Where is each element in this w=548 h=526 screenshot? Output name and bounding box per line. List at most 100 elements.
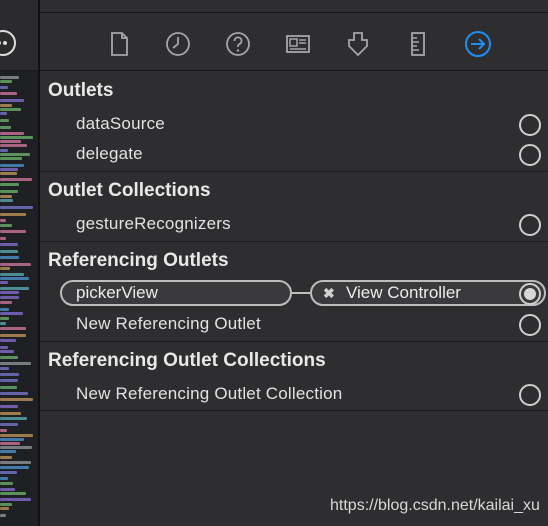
code-line	[0, 398, 33, 401]
code-line	[0, 92, 17, 95]
code-line	[0, 446, 32, 449]
picker-view-connected-circle[interactable]	[519, 283, 541, 305]
outlet-name-pill[interactable]: pickerView	[60, 280, 292, 306]
code-line	[0, 488, 15, 491]
code-line	[0, 423, 18, 426]
connection-target-label: View Controller	[346, 283, 461, 302]
code-line	[0, 362, 31, 365]
code-line	[0, 213, 26, 216]
outlet-name-label: pickerView	[76, 283, 158, 302]
gesture-recognizers-label: gestureRecognizers	[76, 214, 231, 233]
code-line	[0, 339, 16, 342]
new-referencing-outlet-collection-connect-circle[interactable]	[519, 384, 541, 406]
code-line	[0, 417, 27, 420]
code-line	[0, 144, 27, 147]
code-line	[0, 287, 29, 290]
code-line	[0, 442, 20, 445]
code-line	[0, 119, 9, 122]
code-line	[0, 263, 31, 266]
code-line	[0, 379, 18, 382]
code-line	[0, 267, 10, 270]
code-line	[0, 277, 29, 280]
new-referencing-outlet-connect-circle[interactable]	[519, 314, 541, 336]
code-line	[0, 256, 19, 259]
remove-connection-icon[interactable]: ✖	[323, 282, 335, 304]
code-line	[0, 507, 9, 510]
code-line	[0, 350, 14, 353]
section-divider	[40, 241, 548, 242]
code-line	[0, 140, 21, 143]
code-line	[0, 76, 19, 79]
toolbar-divider	[40, 70, 548, 71]
attributes-inspector-icon[interactable]	[344, 30, 372, 58]
code-line	[0, 405, 18, 408]
code-line	[0, 471, 17, 474]
code-line	[0, 80, 12, 83]
file-inspector-icon[interactable]	[105, 30, 133, 58]
outlets-heading: Outlets	[48, 80, 114, 101]
code-line	[0, 273, 24, 276]
code-line	[0, 153, 30, 156]
connection-line	[292, 292, 310, 294]
outlet-datasource-connect-circle[interactable]	[519, 114, 541, 136]
code-line	[0, 412, 21, 415]
code-line	[0, 281, 8, 284]
code-line	[0, 301, 12, 304]
code-line	[0, 503, 12, 506]
size-inspector-ruler-icon[interactable]	[404, 30, 432, 58]
code-line	[0, 132, 24, 135]
code-line	[0, 126, 11, 129]
code-line	[0, 498, 31, 501]
help-question-icon[interactable]	[224, 30, 252, 58]
top-divider	[40, 12, 548, 13]
inspector-toolbar	[40, 14, 548, 70]
code-line	[0, 136, 33, 139]
gesture-recognizers-connect-circle[interactable]	[519, 214, 541, 236]
code-line	[0, 157, 22, 160]
code-line	[0, 164, 24, 167]
code-line	[0, 224, 12, 227]
code-line	[0, 312, 23, 315]
code-line	[0, 429, 7, 432]
code-line	[0, 243, 18, 246]
code-line	[0, 99, 24, 102]
connections-inspector-arrow-icon[interactable]	[464, 30, 492, 58]
code-line	[0, 367, 9, 370]
code-line	[0, 199, 13, 202]
code-line	[0, 112, 7, 115]
code-line	[0, 373, 19, 376]
code-line	[0, 104, 12, 107]
code-line	[0, 466, 29, 469]
code-line	[0, 206, 33, 209]
code-line	[0, 392, 28, 395]
quick-help-clock-icon[interactable]	[164, 30, 192, 58]
more-options-button[interactable]	[0, 30, 16, 56]
section-divider	[40, 410, 548, 411]
connection-target-pill[interactable]: ✖ View Controller	[310, 280, 546, 306]
referencing-outlets-heading: Referencing Outlets	[48, 250, 229, 271]
code-line	[0, 356, 18, 359]
identity-inspector-icon[interactable]	[284, 30, 312, 58]
code-line	[0, 386, 17, 389]
code-line	[0, 86, 8, 89]
code-line	[0, 250, 18, 253]
code-line	[0, 317, 9, 320]
code-line	[0, 237, 6, 240]
code-line	[0, 291, 19, 294]
new-referencing-outlet-label: New Referencing Outlet	[76, 314, 261, 333]
code-line	[0, 434, 33, 437]
code-line	[0, 438, 24, 441]
editor-top-bar	[0, 0, 38, 71]
code-line	[0, 346, 8, 349]
outlet-delegate-label: delegate	[76, 144, 143, 163]
code-line	[0, 195, 12, 198]
code-line	[0, 514, 6, 517]
code-line	[0, 482, 13, 485]
referencing-outlet-collections-heading: Referencing Outlet Collections	[48, 350, 326, 371]
code-line	[0, 477, 8, 480]
code-line	[0, 178, 32, 181]
outlet-delegate-connect-circle[interactable]	[519, 144, 541, 166]
code-line	[0, 327, 26, 330]
outlet-collections-heading: Outlet Collections	[48, 180, 211, 201]
section-divider	[40, 341, 548, 342]
